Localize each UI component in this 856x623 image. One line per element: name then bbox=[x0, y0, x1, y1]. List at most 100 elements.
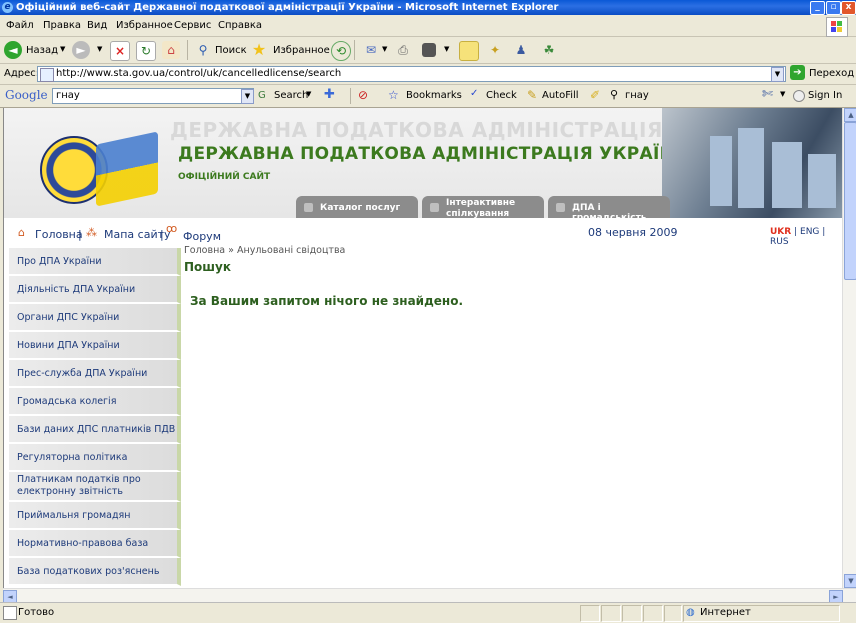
add-icon[interactable]: ✚ bbox=[324, 87, 335, 102]
settings-dropdown-icon[interactable]: ▼ bbox=[780, 90, 785, 98]
page-icon bbox=[40, 68, 54, 82]
sidebar-item-bodies[interactable]: Органи ДПС України bbox=[9, 304, 181, 332]
sidebar-menu: Про ДПА України Діяльність ДПА України О… bbox=[9, 248, 181, 588]
highlight-icon[interactable]: ✐ bbox=[590, 88, 600, 102]
lang-ukr[interactable]: UKR bbox=[770, 227, 791, 237]
menu-favorites[interactable]: Избранное bbox=[116, 20, 173, 31]
breadcrumb-home[interactable]: Головна bbox=[184, 245, 225, 256]
menu-view[interactable]: Вид bbox=[87, 20, 107, 31]
maximize-button[interactable]: ▫ bbox=[826, 1, 841, 15]
sidebar-item-activity[interactable]: Діяльність ДПА України bbox=[9, 276, 181, 304]
tab-interactive[interactable]: Інтерактивне спілкування bbox=[422, 196, 544, 219]
sidebar-item-legal[interactable]: Нормативно-правова база bbox=[9, 530, 181, 558]
tab-bullet-icon bbox=[430, 203, 439, 212]
minimize-button[interactable]: _ bbox=[810, 1, 825, 15]
sidebar-item-reception[interactable]: Приймальня громадян bbox=[9, 502, 181, 530]
scroll-up-icon[interactable]: ▲ bbox=[844, 108, 856, 122]
messenger-icon[interactable]: ♟ bbox=[512, 41, 530, 59]
scroll-thumb[interactable] bbox=[844, 122, 856, 280]
close-button[interactable]: x bbox=[841, 1, 856, 15]
favorites-star-icon[interactable]: ★ bbox=[250, 41, 268, 59]
mail-dropdown-icon[interactable]: ▼ bbox=[382, 45, 387, 53]
status-text: Готово bbox=[18, 607, 55, 618]
back-dropdown-icon[interactable]: ▼ bbox=[60, 45, 65, 53]
research-icon[interactable]: ✦ bbox=[486, 41, 504, 59]
go-button[interactable]: Переход bbox=[809, 68, 854, 79]
signin-button[interactable]: Sign In bbox=[808, 90, 842, 101]
menu-tools[interactable]: Сервис bbox=[174, 20, 211, 31]
google-dropdown-icon[interactable]: ▼ bbox=[241, 89, 254, 104]
address-dropdown-icon[interactable]: ▼ bbox=[771, 67, 784, 82]
popup-blocker-icon[interactable]: ⊘ bbox=[358, 88, 368, 102]
find-icon[interactable]: ⚲ bbox=[610, 88, 618, 101]
back-arrow-icon[interactable]: ◄ bbox=[4, 41, 22, 59]
window-title: Офіційний веб-сайт Державної податкової … bbox=[16, 2, 559, 13]
check-button[interactable]: Check bbox=[486, 90, 517, 101]
search-button[interactable]: Поиск bbox=[215, 45, 247, 56]
print-icon[interactable]: ⎙ bbox=[394, 41, 412, 59]
sidebar-item-about[interactable]: Про ДПА України bbox=[9, 248, 181, 276]
google-toolbar: Google гнау ▼ G Search ▼ ✚ ⊘ ☆ Bookmarks… bbox=[0, 85, 856, 108]
forward-arrow-icon[interactable]: ► bbox=[72, 41, 90, 59]
google-search-input[interactable]: гнау bbox=[52, 88, 254, 104]
site-subtitle: ОФІЦІЙНИЙ САЙТ bbox=[178, 172, 271, 182]
forward-dropdown-icon[interactable]: ▼ bbox=[97, 45, 102, 53]
sidebar-item-vat-db[interactable]: Бази даних ДПС платників ПДВ bbox=[9, 416, 181, 444]
search-icon[interactable]: ⚲ bbox=[194, 41, 212, 59]
sidebar-item-ereporting[interactable]: Платникам податків про електронну звітні… bbox=[9, 472, 181, 502]
tab-public[interactable]: ДПА і громадськість bbox=[548, 196, 670, 223]
menu-edit[interactable]: Правка bbox=[43, 20, 81, 31]
link-forum[interactable]: Форум bbox=[183, 230, 221, 243]
sidebar-item-news[interactable]: Новини ДПА України bbox=[9, 332, 181, 360]
lang-rus[interactable]: RUS bbox=[770, 237, 789, 247]
horizontal-scrollbar[interactable]: ◄ ► bbox=[3, 588, 856, 604]
standard-toolbar: ◄ Назад ▼ ► ▼ × ↻ ⌂ ⚲ Поиск ★ Избранное … bbox=[0, 37, 856, 64]
sidebar-item-press[interactable]: Прес-служба ДПА України bbox=[9, 360, 181, 388]
tab-catalog[interactable]: Каталог послуг bbox=[296, 196, 418, 218]
menu-help[interactable]: Справка bbox=[218, 20, 262, 31]
edit-dropdown-icon[interactable]: ▼ bbox=[444, 45, 449, 53]
favorites-button[interactable]: Избранное bbox=[273, 45, 330, 56]
forum-icon: ꝏ bbox=[166, 222, 178, 235]
refresh-icon[interactable]: ↻ bbox=[136, 41, 156, 61]
address-input[interactable]: http://www.sta.gov.ua/control/uk/cancell… bbox=[37, 66, 786, 82]
google-search-icon[interactable]: G bbox=[258, 90, 266, 101]
spellcheck-icon[interactable]: ✓ bbox=[470, 88, 478, 99]
lang-eng[interactable]: ENG bbox=[800, 227, 819, 237]
link-home[interactable]: Головна bbox=[35, 228, 83, 241]
back-button[interactable]: Назад bbox=[26, 45, 58, 56]
sidebar-item-explanations[interactable]: База податкових роз'яснень bbox=[9, 558, 181, 586]
home-icon: ⌂ bbox=[18, 226, 25, 239]
settings-icon[interactable]: ✄ bbox=[762, 87, 773, 102]
find-term-button[interactable]: гнау bbox=[625, 90, 649, 101]
edit-icon[interactable] bbox=[422, 43, 436, 57]
home-icon[interactable]: ⌂ bbox=[162, 41, 180, 59]
stop-icon[interactable]: × bbox=[110, 41, 130, 61]
bookmarks-star-icon[interactable]: ☆ bbox=[388, 88, 399, 102]
google-search-dropdown-icon[interactable]: ▼ bbox=[306, 90, 311, 98]
autofill-button[interactable]: AutoFill bbox=[542, 90, 579, 101]
google-logo[interactable]: Google bbox=[5, 88, 48, 102]
notes-icon[interactable] bbox=[459, 41, 479, 61]
bookmarks-button[interactable]: Bookmarks bbox=[406, 90, 462, 101]
history-icon[interactable]: ⟲ bbox=[331, 41, 351, 61]
sidebar-item-label: Платникам податків про електронну звітні… bbox=[17, 474, 141, 497]
current-date: 08 червня 2009 bbox=[588, 226, 678, 239]
people-icon[interactable]: ☘ bbox=[540, 41, 558, 59]
sidebar-item-label: Новини ДПА України bbox=[17, 340, 120, 351]
mail-icon[interactable]: ✉ bbox=[362, 41, 380, 59]
autofill-icon[interactable]: ✎ bbox=[527, 88, 537, 102]
google-search-button[interactable]: Search bbox=[274, 90, 308, 101]
scroll-down-icon[interactable]: ▼ bbox=[844, 574, 856, 588]
building-photo bbox=[662, 108, 843, 218]
signin-icon[interactable] bbox=[793, 90, 805, 102]
breadcrumb-current[interactable]: Анульовані свідоцтва bbox=[237, 245, 345, 256]
vertical-scrollbar[interactable]: ▲ ▼ bbox=[842, 108, 856, 588]
sidebar-item-regulatory[interactable]: Регуляторна політика bbox=[9, 444, 181, 472]
breadcrumb: Головна » Анульовані свідоцтва bbox=[184, 245, 345, 256]
go-arrow-icon[interactable]: ➔ bbox=[790, 65, 805, 80]
sidebar-item-board[interactable]: Громадська колегія bbox=[9, 388, 181, 416]
menu-file[interactable]: Файл bbox=[6, 20, 34, 31]
separator: | bbox=[822, 227, 826, 237]
address-label: Адрес: bbox=[4, 68, 40, 79]
